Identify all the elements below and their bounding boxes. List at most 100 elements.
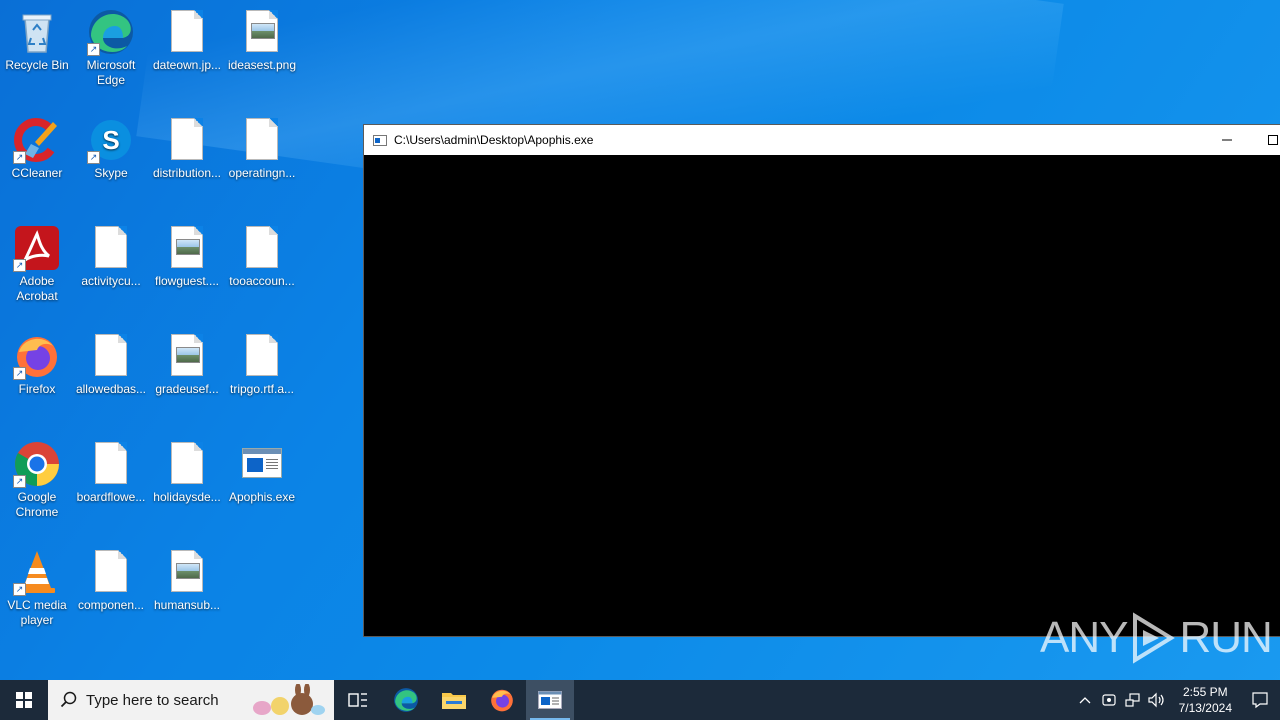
network-icon [1125,693,1140,707]
desktop-icon-file[interactable]: boardflowe... [74,436,148,505]
desktop-icon-image-file[interactable]: ideasest.png [225,4,299,73]
desktop-icon-file[interactable]: distribution... [150,112,224,181]
desktop-icon-image-file[interactable]: flowguest.... [150,220,224,289]
desktop-icon-label: CCleaner [11,166,63,180]
meet-now-button[interactable] [1097,680,1121,720]
desktop-icon-label: dateown.jp... [152,58,222,72]
console-output-area[interactable] [364,155,1280,636]
play-logo-icon [1133,612,1176,664]
file-icon [163,116,211,164]
file-icon [238,116,286,164]
desktop-icon-file[interactable]: componen... [74,544,148,613]
desktop-icon-label: allowedbas... [75,382,147,396]
minimize-button[interactable] [1204,125,1250,155]
file-icon [87,332,135,380]
desktop-icon-vlc[interactable]: ↗ VLC media player [0,544,74,628]
taskbar-file-explorer-button[interactable] [430,680,478,720]
desktop-icon-label: ideasest.png [227,58,297,72]
desktop-icon-label: VLC media player [7,598,67,627]
exe-icon [238,440,286,488]
desktop-icon-grid: Recycle Bin ↗ CCleaner ↗ Adobe Acrobat ↗… [0,0,340,680]
desktop-icon-file[interactable]: tooaccoun... [225,220,299,289]
start-button[interactable] [0,680,48,720]
desktop-icon-file[interactable]: holidaysde... [150,436,224,505]
file-icon [238,332,286,380]
network-button[interactable] [1121,680,1145,720]
meet-now-icon [1102,694,1116,706]
search-placeholder: Type here to search [86,691,219,709]
desktop-icon-file[interactable]: allowedbas... [74,328,148,397]
desktop-icon-label: Skype [94,166,128,180]
watermark-text-right: RUN [1179,613,1272,662]
console-app-icon [373,134,387,146]
desktop-icon-label: operatingn... [228,166,296,180]
shortcut-arrow-icon: ↗ [13,259,26,272]
search-highlight-illustration-icon [253,684,325,715]
desktop-icon-label: distribution... [152,166,222,180]
clock-time: 2:55 PM [1182,685,1228,699]
firefox-icon [491,689,513,712]
desktop-icon-adobe-acrobat[interactable]: ↗ Adobe Acrobat [0,220,74,304]
desktop-icon-google-chrome[interactable]: ↗ Google Chrome [0,436,74,520]
file-icon [238,224,286,272]
desktop-icon-label: Google Chrome [15,490,59,519]
desktop-icon-label: Apophis.exe [228,490,296,504]
image-file-icon [163,332,211,380]
file-icon [87,224,135,272]
volume-button[interactable] [1145,680,1169,720]
shortcut-arrow-icon: ↗ [13,367,26,380]
desktop-icon-file[interactable]: operatingn... [225,112,299,181]
taskbar: Type here to search 2:55 PM 7/13/2024 [0,680,1280,720]
console-titlebar[interactable]: C:\Users\admin\Desktop\Apophis.exe [364,125,1280,155]
desktop-icon-ccleaner[interactable]: ↗ CCleaner [0,112,74,181]
console-window-title: C:\Users\admin\Desktop\Apophis.exe [394,133,594,147]
desktop-icon-firefox[interactable]: ↗ Firefox [0,328,74,397]
taskbar-edge-button[interactable] [382,680,430,720]
desktop-icon-file[interactable]: activitycu... [74,220,148,289]
taskbar-search-box[interactable]: Type here to search [48,680,334,720]
edge-icon [394,688,418,712]
desktop-icon-microsoft-edge[interactable]: ↗ Microsoft Edge [74,4,148,88]
vlc-icon: ↗ [13,548,61,596]
search-icon [60,691,77,708]
desktop-icon-label: Adobe Acrobat [16,274,58,303]
desktop-icon-recycle-bin[interactable]: Recycle Bin [0,4,74,73]
maximize-icon [1268,135,1278,145]
recycle-bin-icon [13,8,61,56]
desktop-icon-skype[interactable]: S ↗ Skype [74,112,148,181]
minimize-icon [1222,139,1232,141]
desktop-icon-apophis-exe[interactable]: Apophis.exe [225,436,299,505]
watermark-text-left: ANY [1040,613,1128,662]
desktop-icon-label: activitycu... [81,274,141,288]
desktop-icon-image-file[interactable]: humansub... [150,544,224,613]
taskbar-firefox-button[interactable] [478,680,526,720]
action-center-button[interactable] [1240,680,1280,720]
file-explorer-icon [442,693,466,709]
clock-date: 7/13/2024 [1178,701,1232,715]
chrome-icon: ↗ [13,440,61,488]
file-icon [163,8,211,56]
firefox-icon: ↗ [13,332,61,380]
shortcut-arrow-icon: ↗ [13,151,26,164]
desktop-icon-file[interactable]: tripgo.rtf.a... [225,328,299,397]
desktop-icon-label: tooaccoun... [229,274,295,288]
taskbar-console-button[interactable] [526,680,574,720]
show-hidden-icons-button[interactable] [1073,680,1097,720]
ccleaner-icon: ↗ [13,116,61,164]
desktop-icon-file[interactable]: dateown.jp... [150,4,224,73]
shortcut-arrow-icon: ↗ [87,43,100,56]
shortcut-arrow-icon: ↗ [87,151,100,164]
shortcut-arrow-icon: ↗ [13,475,26,488]
notification-icon [1252,692,1268,709]
task-view-button[interactable] [334,680,382,720]
taskbar-clock[interactable]: 2:55 PM 7/13/2024 [1169,684,1240,716]
windows-logo-icon [16,692,32,708]
file-icon [87,548,135,596]
desktop-icon-image-file[interactable]: gradeusef... [150,328,224,397]
svg-text:S: S [102,125,119,155]
desktop-icon-label: holidaysde... [153,490,221,504]
console-window[interactable]: C:\Users\admin\Desktop\Apophis.exe [363,124,1280,637]
task-view-icon [348,693,367,707]
maximize-button[interactable] [1250,125,1280,155]
desktop-icon-label: flowguest.... [154,274,220,288]
